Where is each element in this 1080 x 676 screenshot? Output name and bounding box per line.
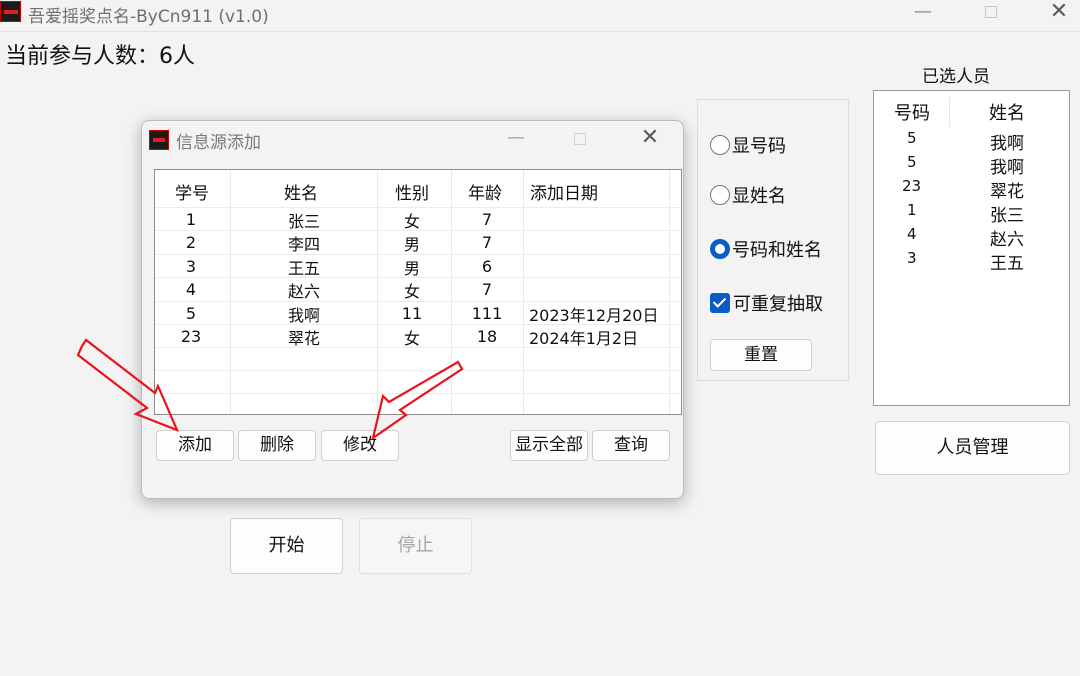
table-cell[interactable]: 李四	[275, 231, 333, 255]
list-item[interactable]: 5 我啊	[874, 153, 1069, 178]
title-divider	[0, 31, 1080, 32]
column-header-gender[interactable]: 性别	[395, 179, 429, 204]
app-logo-icon	[0, 1, 21, 22]
delete-button[interactable]: 删除	[238, 430, 316, 461]
table-cell[interactable]: 18	[467, 327, 507, 346]
reset-button[interactable]: 重置	[710, 339, 812, 371]
dialog-title: 信息源添加	[176, 133, 261, 153]
column-header-date[interactable]: 添加日期	[530, 179, 598, 204]
table-cell[interactable]: 7	[467, 233, 507, 252]
grid-line	[155, 393, 681, 394]
repeat-draw-label: 可重复抽取	[733, 294, 823, 315]
table-cell[interactable]: 3	[175, 257, 207, 276]
table-cell[interactable]: 张三	[275, 208, 333, 232]
table-cell[interactable]: 翠花	[275, 325, 333, 349]
info-source-dialog: 信息源添加 — ✕ 学号 姓名 性别 年龄 添加日期 1 张三 女 7 2 李四	[141, 120, 684, 499]
table-cell[interactable]: 2024年1月2日	[529, 325, 638, 349]
number-and-name-label: 号码和姓名	[732, 240, 822, 261]
close-button[interactable]: ✕	[1034, 0, 1080, 26]
query-button[interactable]: 查询	[592, 430, 670, 461]
modify-button[interactable]: 修改	[321, 430, 399, 461]
maximize-icon	[574, 133, 586, 145]
app-logo-icon	[149, 130, 169, 150]
table-cell[interactable]: 女	[395, 208, 429, 232]
radio-icon	[710, 185, 730, 205]
table-cell[interactable]: 1	[175, 210, 207, 229]
show-number-label: 显号码	[732, 136, 786, 157]
table-cell[interactable]: 4	[175, 280, 207, 299]
selected-header-number[interactable]: 号码	[894, 99, 930, 125]
table-cell[interactable]: 男	[395, 255, 429, 279]
column-header-name[interactable]: 姓名	[284, 179, 318, 204]
maximize-button[interactable]	[966, 0, 1016, 26]
minimize-button[interactable]: —	[898, 0, 948, 26]
table-cell[interactable]: 11	[395, 304, 429, 323]
display-options-panel: 显号码 显姓名 号码和姓名 可重复抽取 重置	[697, 99, 849, 381]
column-header-student-id[interactable]: 学号	[175, 179, 209, 204]
table-cell[interactable]: 5	[175, 304, 207, 323]
maximize-icon	[985, 6, 997, 18]
radio-icon	[710, 135, 730, 155]
participant-count: 当前参与人数：6人	[5, 44, 195, 69]
table-cell[interactable]: 6	[467, 257, 507, 276]
list-item[interactable]: 23 翠花	[874, 177, 1069, 202]
table-cell[interactable]: 7	[467, 280, 507, 299]
column-header-age[interactable]: 年龄	[468, 179, 502, 204]
stop-button[interactable]: 停止	[359, 518, 472, 574]
table-cell[interactable]: 23	[175, 327, 207, 346]
number-and-name-radio[interactable]: 号码和姓名	[710, 236, 822, 262]
people-management-button[interactable]: 人员管理	[875, 421, 1070, 475]
show-number-radio[interactable]: 显号码	[710, 132, 786, 158]
title-bar: 吾爱摇奖点名-ByCn911 (v1.0) — ✕	[0, 0, 1080, 27]
list-item[interactable]: 3 王五	[874, 249, 1069, 274]
table-cell[interactable]: 赵六	[275, 278, 333, 302]
list-item[interactable]: 4 赵六	[874, 225, 1069, 250]
grid-line	[155, 370, 681, 371]
table-cell[interactable]: 男	[395, 231, 429, 255]
repeat-draw-checkbox[interactable]: 可重复抽取	[710, 290, 823, 316]
list-item[interactable]: 5 我啊	[874, 129, 1069, 154]
table-cell[interactable]: 女	[395, 325, 429, 349]
selected-header-name[interactable]: 姓名	[989, 99, 1025, 125]
show-name-label: 显姓名	[732, 186, 786, 207]
show-all-button[interactable]: 显示全部	[510, 430, 588, 461]
checkbox-checked-icon	[710, 293, 730, 313]
table-cell[interactable]: 王五	[275, 255, 333, 279]
window-title: 吾爱摇奖点名-ByCn911 (v1.0)	[28, 7, 269, 27]
data-grid[interactable]: 学号 姓名 性别 年龄 添加日期 1 张三 女 7 2 李四 男 7 3 王五 …	[154, 169, 682, 415]
selected-people-label: 已选人员	[922, 67, 990, 87]
header-divider	[949, 97, 950, 127]
table-cell[interactable]: 2	[175, 233, 207, 252]
table-cell[interactable]: 我啊	[275, 302, 333, 326]
table-cell[interactable]: 2023年12月20日	[529, 302, 658, 326]
dialog-minimize-button[interactable]: —	[496, 125, 536, 153]
table-cell[interactable]: 女	[395, 278, 429, 302]
list-item[interactable]: 1 张三	[874, 201, 1069, 226]
add-button[interactable]: 添加	[156, 430, 234, 461]
table-cell[interactable]: 7	[467, 210, 507, 229]
table-cell[interactable]: 111	[467, 304, 507, 323]
dialog-close-button[interactable]: ✕	[630, 125, 670, 153]
start-button[interactable]: 开始	[230, 518, 343, 574]
dialog-maximize-button[interactable]	[560, 125, 600, 153]
radio-checked-icon	[710, 239, 730, 259]
selected-people-list[interactable]: 号码 姓名 5 我啊 5 我啊 23 翠花 1 张三 4 赵六 3 王五	[873, 90, 1070, 406]
show-name-radio[interactable]: 显姓名	[710, 182, 786, 208]
